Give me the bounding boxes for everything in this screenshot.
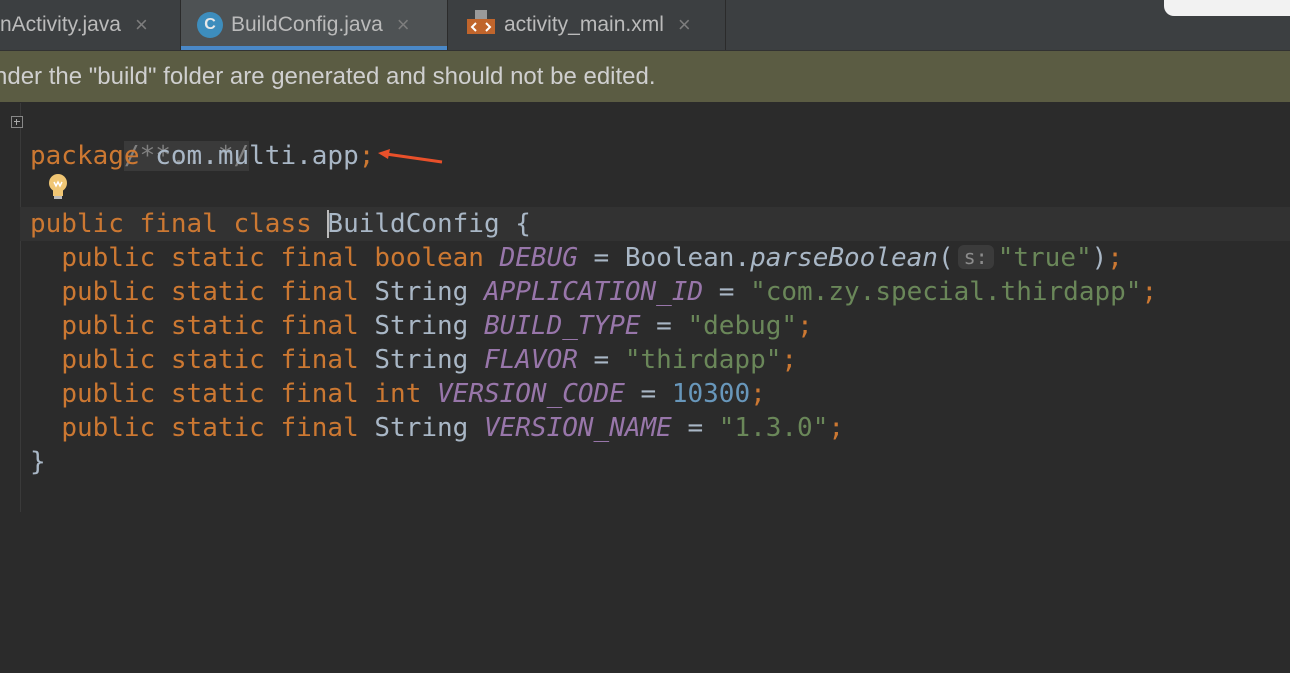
field-value: "thirdapp" [624,345,782,375]
paren-close: ) [1091,243,1108,273]
field-value: "debug" [687,311,798,341]
keyword-package: package [30,141,140,171]
close-icon[interactable]: × [135,12,148,38]
code-line-field-build-type: public static final String BUILD_TYPE = … [61,311,813,341]
text-caret [327,209,330,238]
tab-label: activity_main.xml [504,13,664,36]
tab-label: BuildConfig.java [231,13,383,36]
java-class-icon: C [197,12,223,38]
field-value: "com.zy.special.thirdapp" [750,277,1142,307]
gutter-divider [20,103,21,512]
field-modifiers: public static final [61,413,359,443]
fold-expand-icon[interactable] [11,116,23,128]
code-line-field-version-name: public static final String VERSION_NAME … [61,413,845,443]
close-brace: } [30,447,46,477]
tab-label: nActivity.java [0,13,121,36]
generated-file-warning-banner: nder the "build" folder are generated an… [0,51,1290,102]
tab-activity-main-xml[interactable]: activity_main.xml × [448,0,726,50]
field-modifiers: public static final [61,277,359,307]
tab-main-activity[interactable]: nActivity.java × [0,0,181,50]
method-name: parseBoolean [750,243,938,273]
field-modifiers: public static final [61,243,359,273]
package-name: com.multi.app [155,141,359,171]
field-type: String [374,277,469,307]
value-prefix: Boolean. [624,243,751,273]
semicolon: ; [797,311,813,341]
semicolon: ; [781,345,798,375]
banner-text: nder the "build" folder are generated an… [0,63,656,90]
field-modifiers: public static final [61,379,359,409]
code-editor[interactable]: /**...*/ package com.multi.app; public f… [0,103,1290,512]
close-icon[interactable]: × [397,12,410,38]
code-line-field-application-id: public static final String APPLICATION_I… [61,277,1158,307]
field-name: BUILD_TYPE [483,311,641,341]
semicolon: ; [1107,243,1123,273]
field-value: "1.3.0" [718,413,829,443]
annotation-arrow-icon [378,149,443,164]
code-line-class: public final class BuildConfig { [30,207,531,241]
field-type: boolean [374,243,484,273]
field-value: 10300 [671,379,751,409]
close-icon[interactable]: × [678,12,691,38]
field-type: String [374,413,469,443]
field-type: int [374,379,422,409]
tab-build-config[interactable]: C BuildConfig.java × [181,0,448,50]
parameter-hint: s: [957,245,994,269]
code-line-comment: /**...*/ [30,105,250,171]
code-line-field-debug: public static final boolean DEBUG = Bool… [61,243,1123,273]
semicolon: ; [1141,277,1158,307]
field-type: String [374,311,469,341]
class-name-rest: uildConfig [343,209,500,239]
field-modifiers: public static final [61,311,359,341]
field-name: DEBUG [499,243,578,273]
field-name: FLAVOR [483,345,578,375]
field-name: APPLICATION_ID [483,277,704,307]
semicolon: ; [750,379,766,409]
code-line-package: package com.multi.app; [30,139,374,173]
paren-open: ( [937,243,954,273]
semicolon: ; [828,413,845,443]
class-name-first: B [327,209,344,239]
field-name: VERSION_NAME [483,413,672,443]
code-line-field-flavor: public static final String FLAVOR = "thi… [61,345,798,375]
code-line-field-version-code: public static final int VERSION_CODE = 1… [61,379,766,409]
class-modifiers: public final class [30,209,312,239]
open-brace: { [499,209,531,239]
code-line-close: } [30,445,46,479]
editor-tab-bar: nActivity.java × C BuildConfig.java × ac… [0,0,1290,51]
field-name: VERSION_CODE [437,379,625,409]
code-text: /**...*/ package com.multi.app; public f… [30,103,1157,673]
xml-layout-icon [466,7,496,43]
semicolon: ; [358,141,375,171]
window-corner [1164,0,1290,16]
field-type: String [374,345,469,375]
field-value: "true" [997,243,1092,273]
field-modifiers: public static final [61,345,359,375]
